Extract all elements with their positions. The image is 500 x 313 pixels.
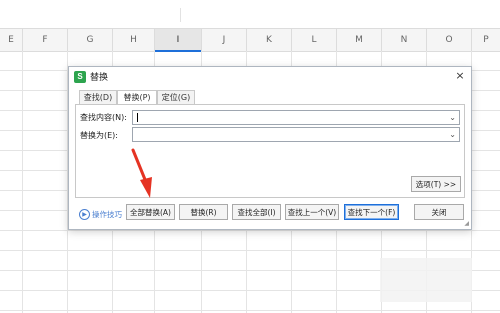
replace-panel: 查找内容(N): ⌄ 替换为(E): ⌄ 选项(T) >> — [75, 104, 465, 198]
resize-grip-icon[interactable]: ◢ — [464, 220, 469, 227]
replace-button[interactable]: 替换(R) — [179, 204, 228, 220]
replace-all-button[interactable]: 全部替换(A) — [126, 204, 175, 220]
close-icon[interactable]: × — [453, 69, 467, 83]
tab-goto[interactable]: 定位(G) — [157, 90, 195, 105]
options-button[interactable]: 选项(T) >> — [411, 176, 461, 192]
replace-dialog: S 替换 × 查找(D) 替换(P) 定位(G) 查找内容(N): ⌄ 替换为(… — [68, 66, 472, 230]
chevron-down-icon[interactable]: ⌄ — [449, 128, 456, 141]
column-header-h[interactable]: H — [113, 29, 155, 51]
watermark-area — [380, 258, 472, 302]
strip-divider — [180, 8, 181, 22]
column-header-e[interactable]: E — [0, 29, 23, 51]
column-header-m[interactable]: M — [337, 29, 382, 51]
find-label: 查找内容(N): — [80, 113, 127, 122]
tab-find[interactable]: 查找(D) — [79, 90, 117, 105]
column-header-p[interactable]: P — [472, 29, 500, 51]
column-header-i[interactable]: I — [155, 29, 202, 52]
app-logo-icon: S — [74, 71, 86, 83]
find-next-button[interactable]: 查找下一个(F) — [344, 204, 399, 220]
find-prev-button[interactable]: 查找上一个(V) — [285, 204, 339, 220]
column-header-f[interactable]: F — [23, 29, 68, 51]
column-header-bar: E F G H I J K L M N O P — [0, 28, 500, 52]
grid-line — [22, 51, 23, 313]
chevron-down-icon[interactable]: ⌄ — [449, 111, 456, 124]
close-button[interactable]: 关闭 — [414, 204, 464, 220]
dialog-title-bar[interactable]: S 替换 × — [69, 67, 471, 87]
find-input[interactable]: ⌄ — [132, 110, 460, 125]
column-header-g[interactable]: G — [68, 29, 113, 51]
column-header-j[interactable]: J — [202, 29, 247, 51]
text-cursor — [137, 113, 138, 122]
column-header-k[interactable]: K — [247, 29, 292, 51]
dialog-title: 替换 — [90, 73, 109, 83]
column-header-o[interactable]: O — [427, 29, 472, 51]
play-circle-icon: ▶ — [79, 209, 90, 220]
tips-label[interactable]: 操作技巧 — [92, 209, 122, 220]
column-header-n[interactable]: N — [382, 29, 427, 51]
find-all-button[interactable]: 查找全部(I) — [232, 204, 281, 220]
replace-input[interactable]: ⌄ — [132, 127, 460, 142]
column-header-l[interactable]: L — [292, 29, 337, 51]
formula-bar-area — [0, 0, 500, 22]
replace-label: 替换为(E): — [80, 131, 118, 140]
